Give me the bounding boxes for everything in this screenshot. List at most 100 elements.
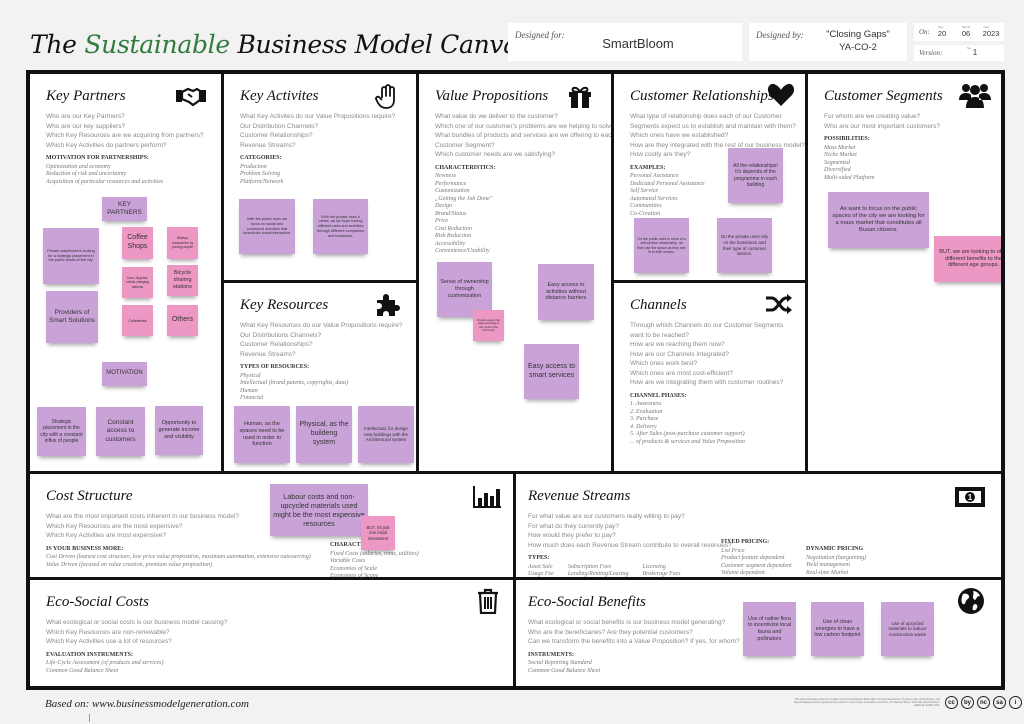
- version-value: 1: [972, 48, 978, 57]
- value-propositions-questions: What value do we deliver to the customer…: [435, 113, 611, 254]
- sticky-note[interactable]: Use of clean energies to have a low carb…: [811, 602, 864, 656]
- hand-icon: [370, 82, 404, 112]
- eco-social-benefits-title: Eco-Social Benefits: [528, 594, 646, 610]
- sticky-note[interactable]: On the private uses rely on the bussines…: [717, 218, 772, 273]
- revenue-streams-section: Revenue Streams 1 For what value are our…: [516, 474, 1001, 577]
- sticky-note[interactable]: As want to focus on the public spaces of…: [828, 192, 929, 248]
- fixed-pricing: Fixed pricing: List Price Product featur…: [721, 539, 792, 576]
- sticky-note[interactable]: On the public uses is more of a self-ser…: [634, 218, 689, 273]
- revenue-streams-questions: For what value are our customers really …: [528, 513, 732, 577]
- attribution-icon: by: [961, 696, 974, 709]
- sticky-note[interactable]: Cars, bicycles, robots charging stations: [122, 267, 153, 298]
- trash-icon: [471, 586, 505, 616]
- key-activities-questions: What Key Activites do our Value Proposit…: [240, 113, 396, 185]
- sticky-note[interactable]: Physical, as the buildeng system: [296, 406, 352, 463]
- dynamic-pricing: Dynamic pricing Negotiation (bargaining)…: [806, 546, 867, 576]
- channels-section: Channels Through which Channels do our C…: [614, 283, 805, 471]
- canvas-title: The Sustainable Business Model Canvas: [30, 30, 531, 59]
- sticky-note[interactable]: Startup companies by young people: [167, 227, 198, 259]
- designed-by-line2: YA-CO-2: [839, 42, 877, 53]
- designed-by-line1: "Closing Gaps": [826, 29, 890, 40]
- sticky-note[interactable]: KEY PARTNERS: [102, 197, 147, 221]
- info-icon: i: [1009, 696, 1022, 709]
- key-resources-section: Key Resources What Key Resources do our …: [224, 283, 416, 471]
- group-icon: [958, 80, 992, 110]
- sticky-note[interactable]: Flexible spaces that adapt according to …: [473, 310, 504, 341]
- key-partners-title: Key Partners: [46, 88, 126, 104]
- shuffle-icon: [762, 289, 796, 319]
- sticky-note[interactable]: MOTIVATION: [102, 362, 147, 386]
- key-resources-title: Key Resources: [240, 297, 329, 313]
- customer-segments-section: Customer Segments For whom are we creati…: [808, 74, 1001, 471]
- designed-for-value: SmartBloom: [602, 36, 674, 51]
- globe-icon: [954, 586, 988, 616]
- sticky-note[interactable]: Coffee Shops: [122, 227, 153, 259]
- sticky-note[interactable]: Labour costs and non-upcycled materials …: [270, 484, 368, 536]
- sticky-note[interactable]: Strategic placement in the city with a c…: [37, 407, 86, 456]
- sticky-note[interactable]: All the relationships! It's depends of t…: [728, 148, 783, 203]
- sticky-note[interactable]: Easy access to smart services: [524, 344, 579, 399]
- key-activities-section: Key Activites What Key Activites do our …: [224, 74, 416, 280]
- customer-relationships-section: Customer Relationships What type of rela…: [614, 74, 805, 280]
- customer-relationships-title: Customer Relationships: [630, 88, 774, 104]
- text-cursor: [89, 714, 90, 722]
- share-alike-icon: sa: [993, 696, 1006, 709]
- eco-social-benefits-section: Eco-Social Benefits What ecological or s…: [516, 580, 1001, 686]
- date-day: 20: [937, 29, 947, 38]
- designed-by-label: Designed by:: [756, 30, 804, 40]
- based-on-credit: Based on: www.businessmodelgeneration.co…: [45, 698, 249, 710]
- key-resources-questions: What Key Resources do our Value Proposit…: [240, 322, 403, 401]
- value-propositions-title: Value Propositions: [435, 88, 549, 104]
- cc-icon: cc: [945, 696, 958, 709]
- channels-title: Channels: [630, 297, 687, 313]
- business-model-canvas: Key Partners Who are our Key Partners? W…: [26, 70, 1005, 690]
- sticky-note[interactable]: With the private uses it varies, as we h…: [313, 199, 368, 254]
- key-partners-questions: Who are our Key Partners? Who are our ke…: [46, 113, 204, 185]
- sticky-note[interactable]: Others: [167, 305, 198, 336]
- title-highlight: Sustainable: [84, 30, 230, 59]
- eco-social-costs-questions: What ecological or social costs is our b…: [46, 619, 228, 674]
- customer-segments-questions: For whom are we creating value? Who are …: [824, 113, 940, 181]
- creative-commons-icons: cc by nc sa i: [945, 696, 1022, 709]
- sticky-note[interactable]: Use of upcycled materials to reduce cons…: [881, 602, 934, 656]
- noncommercial-icon: nc: [977, 696, 990, 709]
- key-partners-section: Key Partners Who are our Key Partners? W…: [30, 74, 221, 471]
- bar-chart-icon: [470, 482, 504, 512]
- handshake-icon: [174, 82, 208, 112]
- svg-text:1: 1: [968, 493, 973, 502]
- eco-social-costs-title: Eco-Social Costs: [46, 594, 149, 610]
- designed-for-label: Designed for:: [515, 30, 565, 40]
- date-year: 2023: [982, 29, 1000, 38]
- date-box[interactable]: On: Day 20 Month 06 Year 2023: [914, 23, 1004, 41]
- heart-icon: [764, 80, 798, 110]
- sticky-note[interactable]: Cafeterias: [122, 305, 153, 336]
- eco-social-costs-section: Eco-Social Costs What ecological or soci…: [30, 580, 513, 686]
- version-label: Version:: [919, 49, 943, 57]
- sticky-note[interactable]: Easy access to activities without distan…: [538, 264, 594, 320]
- sticky-note[interactable]: Human, as the spaces need to be used in …: [234, 406, 290, 463]
- cost-structure-title: Cost Structure: [46, 488, 133, 504]
- sticky-note[interactable]: Constant access to customers: [96, 407, 145, 456]
- banknote-icon: 1: [953, 482, 987, 512]
- sticky-note[interactable]: Intellectual, for design new buildings w…: [358, 406, 414, 463]
- sticky-note[interactable]: BUT, it's just one initial investment: [361, 516, 395, 550]
- revenue-streams-title: Revenue Streams: [528, 488, 631, 504]
- version-box[interactable]: Version: No 1: [914, 45, 1004, 61]
- value-propositions-section: Value Propositions What value do we deli…: [419, 74, 611, 471]
- sticky-note[interactable]: Bicycle sharing stations: [167, 265, 198, 296]
- sticky-note[interactable]: With the public uses we focus on social …: [239, 199, 295, 254]
- sticky-note[interactable]: Private stakeholders looking for a strat…: [43, 228, 99, 284]
- eco-social-benefits-questions: What ecological or social benefits is ou…: [528, 619, 740, 674]
- sticky-note[interactable]: Sense of ownership through customization: [437, 262, 492, 317]
- sticky-note[interactable]: Use of native flora to incentivize local…: [743, 602, 796, 656]
- sticky-note[interactable]: BUT, we are looking to offer different b…: [934, 236, 1001, 282]
- cost-structure-section: Cost Structure What are the most importa…: [30, 474, 513, 579]
- sticky-note[interactable]: Providers of Smart Solutions: [46, 291, 98, 343]
- sticky-note[interactable]: Opportunity to generate income and visib…: [155, 406, 203, 455]
- customer-segments-title: Customer Segments: [824, 88, 943, 104]
- puzzle-piece-icon: [370, 289, 404, 319]
- license-text: This work is licensed under the Creative…: [794, 698, 940, 707]
- designed-for-box[interactable]: Designed for: SmartBloom: [508, 23, 742, 61]
- designed-by-box[interactable]: Designed by: "Closing Gaps" YA-CO-2: [749, 23, 907, 61]
- on-label: On:: [919, 28, 930, 36]
